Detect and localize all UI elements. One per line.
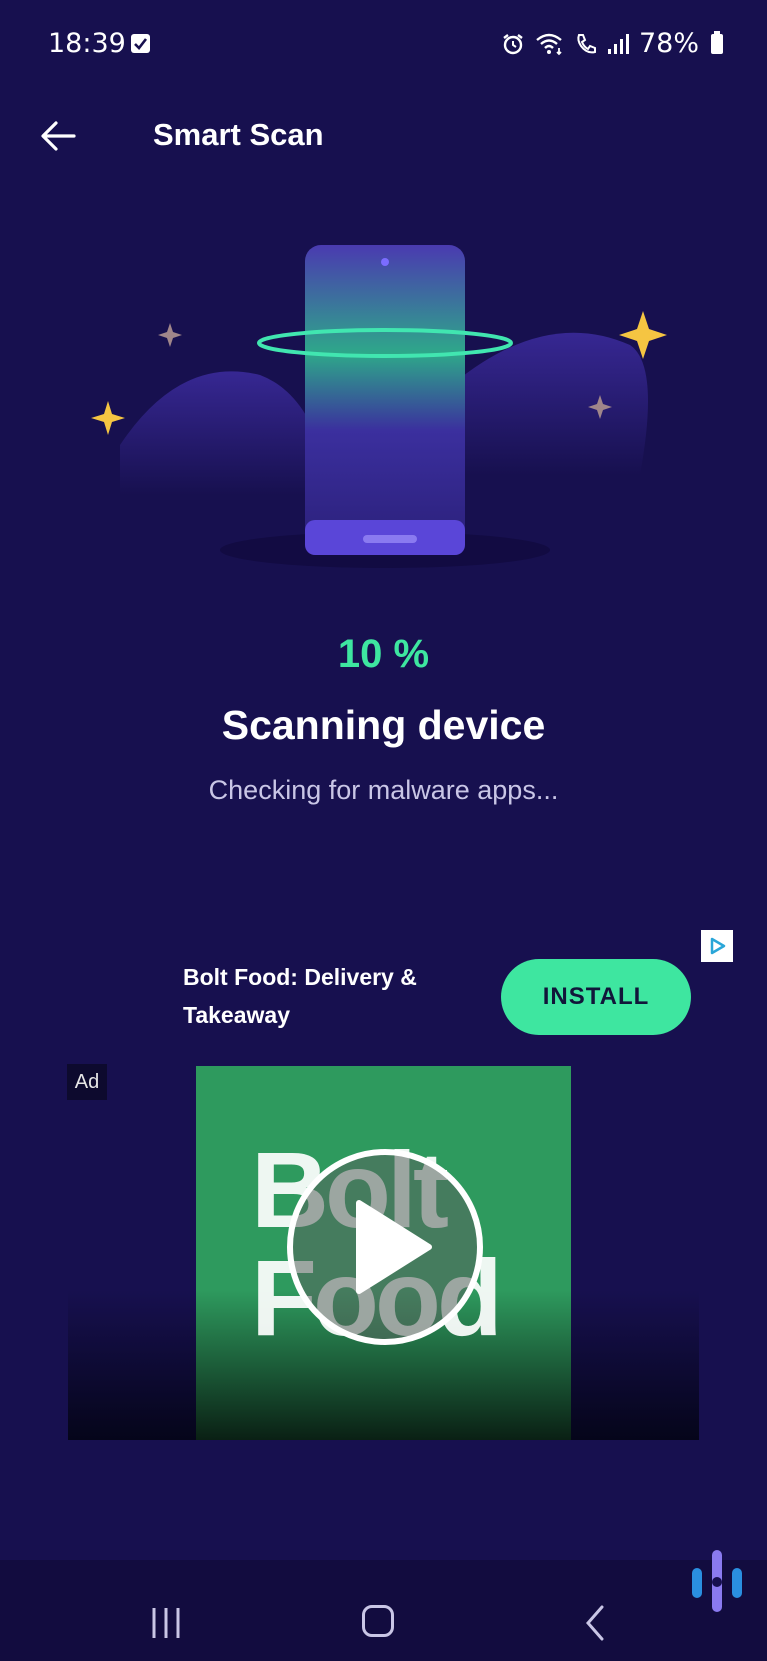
nav-back-button[interactable] [580, 1605, 610, 1645]
system-nav-bar [0, 1560, 767, 1661]
scan-subtitle: Checking for malware apps... [208, 775, 559, 805]
status-icons: 78% [501, 28, 723, 59]
battery-icon [711, 30, 723, 54]
recents-button[interactable] [148, 1606, 184, 1644]
phone-scan-graphic [91, 245, 667, 568]
play-icon [356, 1200, 432, 1294]
recents-icon [152, 1608, 180, 1638]
checkbox-icon [131, 34, 150, 53]
scan-illustration [60, 215, 700, 575]
signal-icon [607, 33, 629, 54]
status-bar: 18:39 78% [0, 0, 767, 90]
ad-badge: Ad [67, 1064, 107, 1100]
home-button[interactable] [362, 1605, 394, 1637]
battery-percent: 78% [638, 28, 699, 59]
scan-progress-percent: 10 % [337, 632, 430, 676]
phone-icon [577, 33, 596, 53]
back-button[interactable] [36, 114, 80, 158]
status-time: 18:39 [48, 28, 126, 59]
arrow-left-icon [41, 121, 76, 151]
page-title: Smart Scan [153, 117, 324, 152]
play-button[interactable] [287, 1149, 483, 1345]
wifi-call-icon [536, 33, 562, 55]
adchoices-icon[interactable] [701, 930, 733, 962]
scan-title: Scanning device [221, 702, 546, 748]
back-icon [586, 1605, 604, 1641]
install-button[interactable]: INSTALL [501, 959, 691, 1035]
ad-app-name[interactable]: Bolt Food: Delivery & Takeaway [183, 958, 473, 1034]
brand-logo-icon [688, 1546, 748, 1620]
alarm-icon [503, 33, 523, 54]
app-header: Smart Scan [0, 100, 767, 180]
